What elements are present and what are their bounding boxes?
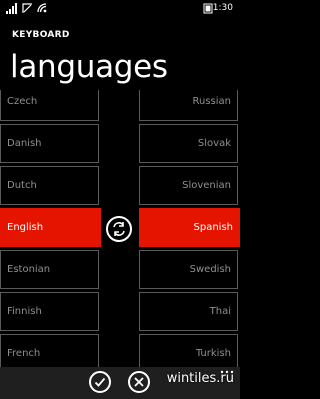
target-language-tile[interactable]: Slovenian	[139, 166, 238, 205]
source-language-tile[interactable]: Finnish	[0, 292, 99, 331]
target-language-tile[interactable]: Russian	[139, 90, 238, 121]
check-icon	[94, 377, 106, 387]
signal-icon	[6, 3, 17, 14]
no-sim-icon	[22, 3, 32, 13]
source-language-tile[interactable]: Danish	[0, 124, 99, 163]
target-language-tile[interactable]: Swedish	[139, 250, 238, 289]
source-language-tile-selected[interactable]: English	[0, 208, 101, 247]
source-language-tile[interactable]: Estonian	[0, 250, 99, 289]
source-language-tile[interactable]: Czech	[0, 90, 99, 121]
swap-languages-button[interactable]	[106, 216, 132, 242]
source-language-list[interactable]: Czech Danish Dutch English Estonian Finn…	[0, 90, 101, 367]
swap-icon	[113, 222, 125, 236]
wifi-icon	[37, 3, 47, 13]
cancel-button[interactable]	[128, 371, 150, 393]
clock: 1:30	[212, 3, 233, 13]
target-language-tile[interactable]: Turkish	[139, 334, 238, 367]
target-language-tile[interactable]: Slovak	[139, 124, 238, 163]
target-language-list[interactable]: Russian Slovak Slovenian Spanish Swedish…	[139, 90, 240, 367]
accept-button[interactable]	[89, 371, 111, 393]
app-title: KEYBOARD	[12, 30, 70, 40]
watermark: wintiles.ru	[166, 371, 234, 386]
target-language-tile-selected[interactable]: Spanish	[139, 208, 240, 247]
battery-icon	[203, 3, 213, 14]
source-language-tile[interactable]: Dutch	[0, 166, 99, 205]
source-language-tile[interactable]: French	[0, 334, 99, 367]
target-language-tile[interactable]: Thai	[139, 292, 238, 331]
close-icon	[134, 377, 144, 387]
status-bar: 1:30	[0, 0, 240, 18]
page-title: languages	[10, 49, 168, 85]
